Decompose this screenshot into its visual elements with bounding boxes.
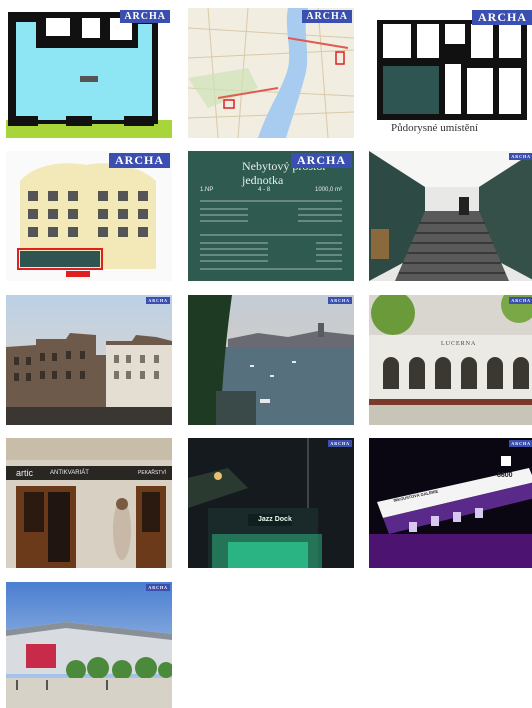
thumb-info-sheet[interactable]: Nebytový prostor jednotka 1.NP 4 - 8 100… [188,151,354,281]
thumb-theatre-marquee[interactable]: INKOUSTOVÁ GALERIE 8600 ARCHA [369,438,532,568]
watermark-logo: ARCHA [509,297,532,304]
watermark-logo: ARCHA [472,10,532,25]
thumb-facade-drawing[interactable]: ARCHA [6,151,172,281]
sheet-lines [200,200,342,270]
watermark-logo: ARCHA [146,297,170,304]
watermark-logo: ARCHA [328,297,352,304]
thumb-shop-front[interactable]: artic ANTIKVARIÁT PEKAŘSTVÍ [6,438,172,568]
thumb-night-club[interactable]: Jazz Dock ARCHA [188,438,354,568]
theatre-number: 8600 [497,472,513,479]
river-scene [188,295,354,425]
shop-sign-right: PEKAŘSTVÍ [138,470,167,476]
thumb-floorplan-cyan[interactable]: ARCHA [6,8,172,138]
thumb-embankment[interactable]: ARCHA [6,295,172,425]
watermark-logo: ARCHA [509,440,532,447]
watermark-logo: ARCHA [146,584,170,591]
facade-drawing [6,151,172,281]
thumb-city-map[interactable]: ARCHA [188,8,354,138]
stairway-scene [369,151,532,281]
city-map-drawing [188,8,354,138]
info-sheet: Nebytový prostor jednotka 1.NP 4 - 8 100… [188,151,354,281]
watermark-logo: ARCHA [109,153,170,168]
floorplan-teal-drawing [369,8,532,138]
thumb-stairway[interactable]: ARCHA [369,151,532,281]
thumb-river-view[interactable]: ARCHA [188,295,354,425]
watermark-logo: ARCHA [302,10,352,23]
night-club-scene [188,438,354,568]
shop-sign: artic [16,468,34,478]
thumb-shopping-center[interactable]: ARCHA [6,582,172,708]
embankment-scene [6,295,172,425]
watermark-logo: ARCHA [509,153,532,160]
grand-building-scene [369,295,532,425]
shop-front-scene [6,438,172,568]
photo-gallery: ARCHA ARCHA ARCHA Půdorysné umístění ARC… [0,0,532,708]
watermark-logo: ARCHA [328,440,352,447]
shop-sign-sub: ANTIKVARIÁT [50,470,89,476]
watermark-logo: ARCHA [120,10,170,23]
thumb-floorplan-teal[interactable]: ARCHA Půdorysné umístění [369,8,532,138]
watermark-logo: ARCHA [291,153,352,168]
thumb-grand-building[interactable]: LUCERNA ARCHA [369,295,532,425]
floorplan-cyan-drawing [6,8,172,138]
floorplan-caption: Půdorysné umístění [391,122,479,134]
club-sign: Jazz Dock [258,516,292,523]
building-sign: LUCERNA [441,341,477,347]
shopping-center-scene [6,582,172,708]
